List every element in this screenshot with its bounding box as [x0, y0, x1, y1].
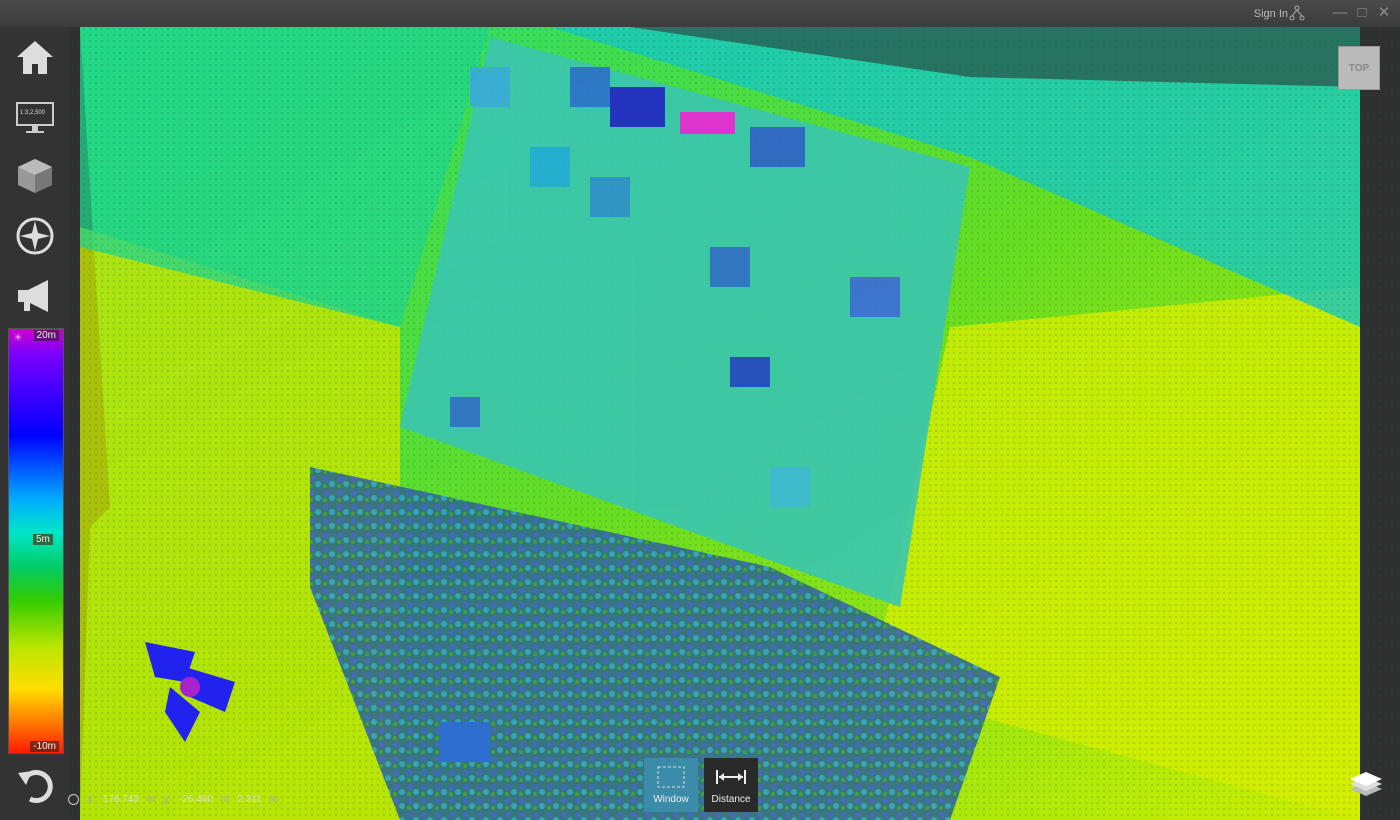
scale-label: 1:3,2,500 — [20, 110, 46, 116]
sign-in-link[interactable]: Sign In — [1254, 8, 1288, 20]
y-value: -26.460 — [179, 794, 213, 805]
close-icon[interactable]: ✕ — [1376, 5, 1392, 21]
point-cloud-viewport[interactable] — [70, 27, 1400, 820]
elevation-legend: ☀ 20m 5m -10m — [8, 328, 64, 754]
home-icon[interactable] — [14, 37, 56, 79]
coordinate-readout: x: 176.743 m y: -26.460 m 2.311 m — [68, 794, 278, 805]
scale-monitor-icon[interactable]: 1:3,2,500 — [14, 97, 56, 139]
megaphone-icon[interactable] — [14, 275, 56, 317]
layers-icon[interactable] — [1348, 770, 1384, 800]
settings-icon[interactable]: ☀ — [13, 331, 23, 344]
x-value: 176.743 — [102, 794, 139, 805]
cube-icon[interactable] — [14, 155, 56, 197]
x-unit: m — [146, 794, 156, 805]
distance-measure-icon — [716, 770, 746, 784]
window-tool-label: Window — [653, 794, 689, 805]
minimize-icon[interactable]: — — [1332, 5, 1348, 21]
legend-min-label: -10m — [30, 741, 59, 752]
y-label: y: — [163, 794, 172, 805]
crosshair-icon — [68, 794, 79, 805]
distance-tool-label: Distance — [711, 794, 751, 805]
point-cloud-render — [70, 27, 1400, 820]
distance-tool-button[interactable]: Distance — [704, 758, 758, 812]
share-icon[interactable] — [1289, 5, 1305, 21]
legend-mid-label: 5m — [33, 534, 53, 545]
top-view-button[interactable]: TOP — [1338, 46, 1380, 90]
z-value: 2.311 — [237, 794, 262, 805]
compass-icon[interactable] — [14, 215, 56, 257]
z-unit: m — [269, 794, 278, 805]
window-select-icon — [657, 766, 685, 788]
window-tool-button[interactable]: Window — [644, 758, 698, 812]
y-unit: m — [220, 794, 230, 805]
title-bar: Sign In — □ ✕ — [0, 0, 1400, 27]
maximize-icon[interactable]: □ — [1354, 5, 1370, 21]
undo-icon[interactable] — [14, 765, 56, 807]
legend-max-label: 20m — [33, 330, 59, 341]
x-label: x: — [87, 794, 95, 805]
